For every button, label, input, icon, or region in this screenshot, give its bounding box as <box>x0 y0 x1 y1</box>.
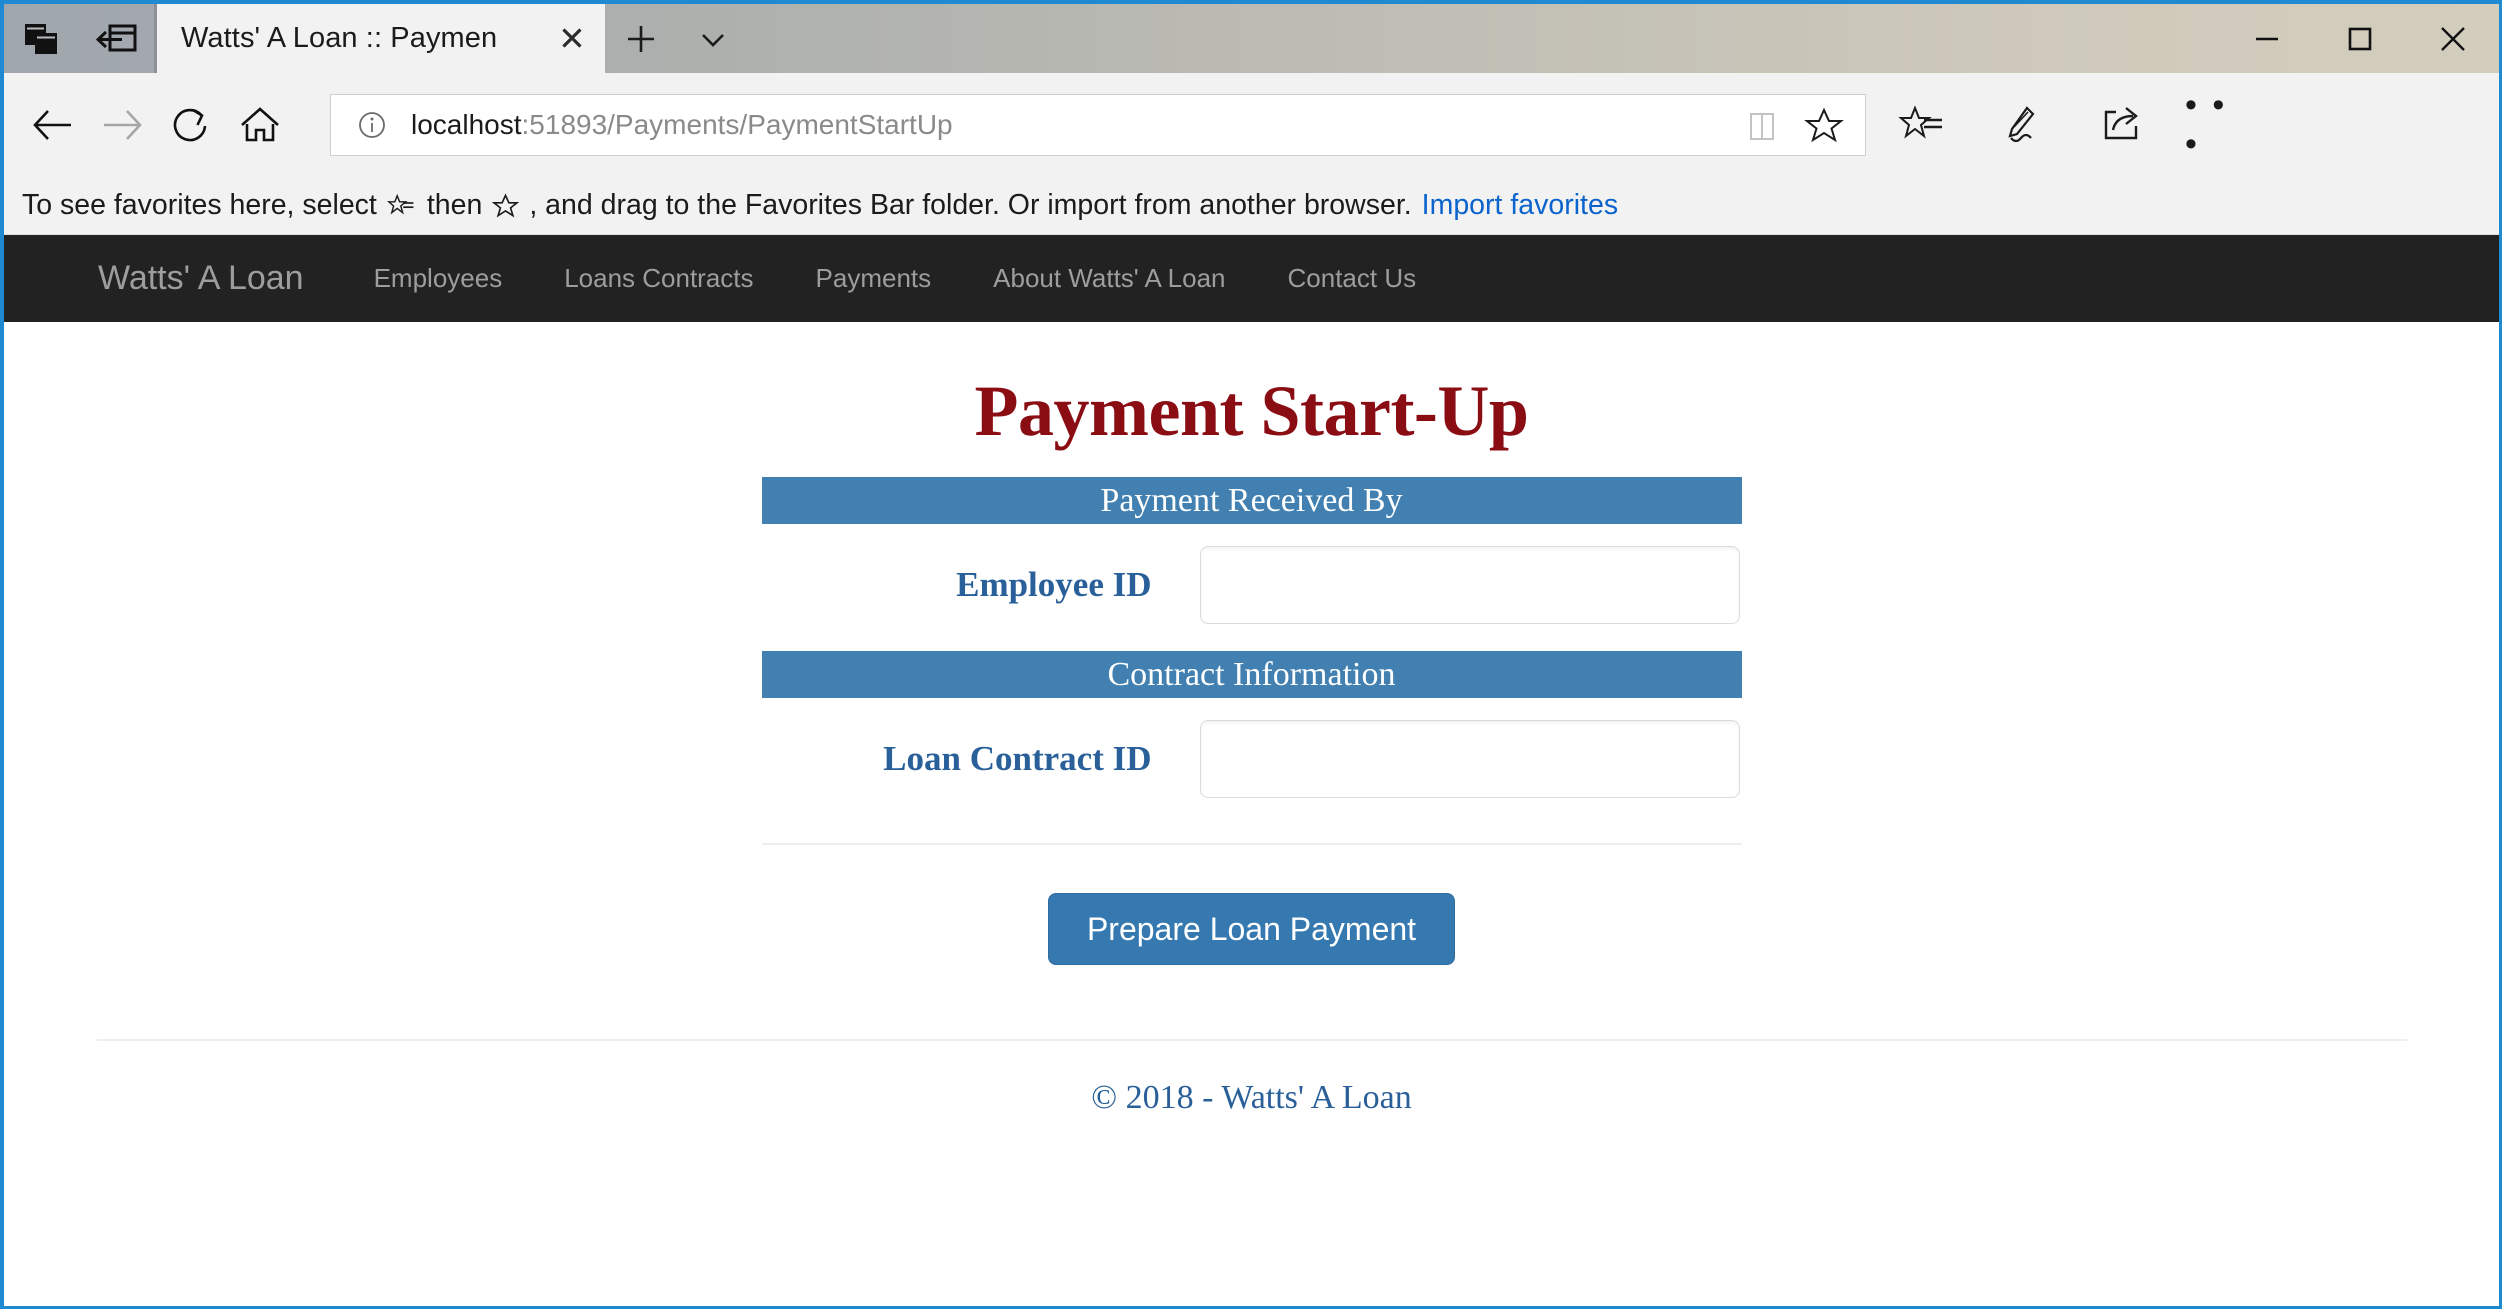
address-bar-url[interactable]: localhost:51893/Payments/PaymentStartUp <box>411 109 1731 141</box>
site-brand-link[interactable]: Watts' A Loan <box>98 259 304 298</box>
tabs-you-have-set-aside-button[interactable] <box>4 4 79 73</box>
payment-startup-form: Payment Received By Employee ID Contract… <box>761 477 1742 965</box>
close-window-button[interactable] <box>2406 4 2499 73</box>
back-button[interactable] <box>18 90 87 159</box>
favbar-text-1: To see favorites here, select <box>22 189 377 221</box>
site-navbar: Watts' A Loan Employees Loans Contracts … <box>4 235 2499 322</box>
browser-window: Watts' A Loan :: Paymen ✕ localhost:5189… <box>0 0 2502 1309</box>
tab-menu-button[interactable] <box>677 4 749 73</box>
favorites-bar-message: To see favorites here, select then , and… <box>4 177 2499 235</box>
nav-link-contact-us[interactable]: Contact Us <box>1288 263 1417 294</box>
hub-star-list-icon <box>1897 104 1942 139</box>
url-path: :51893/Payments/PaymentStartUp <box>521 108 953 140</box>
nav-link-employees[interactable]: Employees <box>374 263 503 294</box>
favbar-text-2: then <box>426 189 483 221</box>
star-icon <box>1804 107 1844 142</box>
home-icon <box>240 106 279 141</box>
label-loan-contract-id: Loan Contract ID <box>883 739 1152 778</box>
minimize-icon <box>2255 37 2278 40</box>
address-bar[interactable]: localhost:51893/Payments/PaymentStartUp <box>330 93 1866 156</box>
page-viewport: Watts' A Loan Employees Loans Contracts … <box>4 235 2499 1304</box>
refresh-icon <box>173 108 206 141</box>
footer-divider <box>96 1039 2407 1041</box>
web-note-button[interactable] <box>1987 90 2056 159</box>
form-row-loan-contract-id: Loan Contract ID <box>762 717 1742 801</box>
plus-icon <box>628 25 654 52</box>
reading-view-button[interactable] <box>1731 107 1793 143</box>
prepare-loan-payment-button[interactable]: Prepare Loan Payment <box>1047 893 1456 965</box>
more-options-button[interactable]: • • • <box>2185 86 2254 163</box>
label-employee-id: Employee ID <box>956 565 1152 604</box>
share-button[interactable] <box>2086 90 2155 159</box>
favbar-text-3: , and drag to the Favorites Bar folder. … <box>529 189 1412 221</box>
window-back-arrow-icon <box>95 24 136 51</box>
page-title: Payment Start-Up <box>974 371 1529 451</box>
url-host: localhost <box>411 108 522 140</box>
maximize-icon <box>2348 27 2371 50</box>
nav-link-payments[interactable]: Payments <box>816 263 932 294</box>
browser-toolbar: localhost:51893/Payments/PaymentStartUp <box>4 73 2499 177</box>
hub-button[interactable] <box>1888 90 1957 159</box>
title-bar-drag-area <box>749 4 2220 73</box>
home-button[interactable] <box>225 90 294 159</box>
form-row-employee-id: Employee ID <box>762 543 1742 627</box>
loan-contract-id-input[interactable] <box>1199 720 1740 798</box>
new-tab-button[interactable] <box>605 4 677 73</box>
info-circle-icon[interactable] <box>355 108 389 142</box>
hub-star-list-icon <box>386 191 417 221</box>
set-tabs-aside-button[interactable] <box>79 4 154 73</box>
browser-tab-active[interactable]: Watts' A Loan :: Paymen ✕ <box>157 4 605 73</box>
maximize-button[interactable] <box>2313 4 2406 73</box>
minimize-button[interactable] <box>2220 4 2313 73</box>
section-header-contract-information: Contract Information <box>761 651 1742 698</box>
title-bar: Watts' A Loan :: Paymen ✕ <box>4 4 2499 73</box>
forward-arrow-icon <box>103 109 142 140</box>
section-header-payment-received-by: Payment Received By <box>761 477 1742 524</box>
star-icon <box>492 192 520 219</box>
nav-link-loans-contracts[interactable]: Loans Contracts <box>564 263 753 294</box>
tab-title: Watts' A Loan :: Paymen <box>181 22 498 54</box>
share-icon <box>2104 106 2138 139</box>
form-actions: Prepare Loan Payment <box>762 893 1742 965</box>
refresh-button[interactable] <box>156 90 225 159</box>
page-footer: © 2018 - Watts' A Loan <box>1091 1079 1412 1116</box>
page-content: Payment Start-Up Payment Received By Emp… <box>4 370 2499 1117</box>
tab-close-icon[interactable]: ✕ <box>539 19 605 58</box>
form-divider <box>761 843 1742 845</box>
employee-id-input[interactable] <box>1199 546 1740 624</box>
back-arrow-icon <box>32 109 71 140</box>
stacked-windows-icon <box>24 23 57 54</box>
import-favorites-link[interactable]: Import favorites <box>1422 189 1618 222</box>
close-icon <box>2440 26 2465 51</box>
forward-button[interactable] <box>87 90 156 159</box>
add-favorite-button[interactable] <box>1793 105 1855 145</box>
book-icon <box>1750 112 1774 140</box>
pen-icon <box>2007 105 2034 142</box>
nav-link-about[interactable]: About Watts' A Loan <box>993 263 1225 294</box>
chevron-down-icon <box>702 33 724 47</box>
